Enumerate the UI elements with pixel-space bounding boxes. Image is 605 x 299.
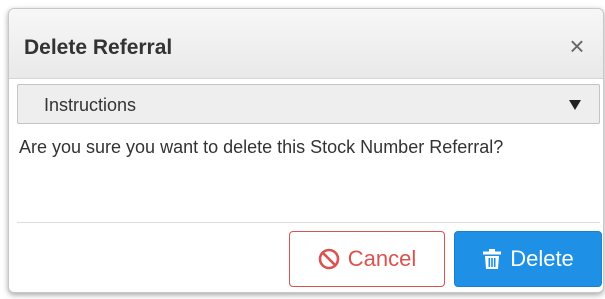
ban-icon xyxy=(318,248,340,270)
instructions-dropdown[interactable]: Instructions xyxy=(17,84,600,124)
dialog-title: Delete Referral xyxy=(24,36,173,59)
close-icon[interactable]: × xyxy=(565,33,589,59)
footer-divider xyxy=(17,222,600,223)
delete-button[interactable]: Delete xyxy=(454,231,602,287)
cancel-label: Cancel xyxy=(347,246,417,271)
confirmation-message: Are you sure you want to delete this Sto… xyxy=(19,137,504,157)
delete-referral-dialog: Delete Referral × Instructions Are you s… xyxy=(8,8,604,293)
caret-down-icon xyxy=(569,100,581,110)
cancel-button[interactable]: Cancel xyxy=(289,231,445,287)
delete-label: Delete xyxy=(510,246,574,271)
trash-icon xyxy=(482,248,502,270)
dialog-header: Delete Referral × xyxy=(9,9,603,79)
instructions-label: Instructions xyxy=(44,95,137,115)
